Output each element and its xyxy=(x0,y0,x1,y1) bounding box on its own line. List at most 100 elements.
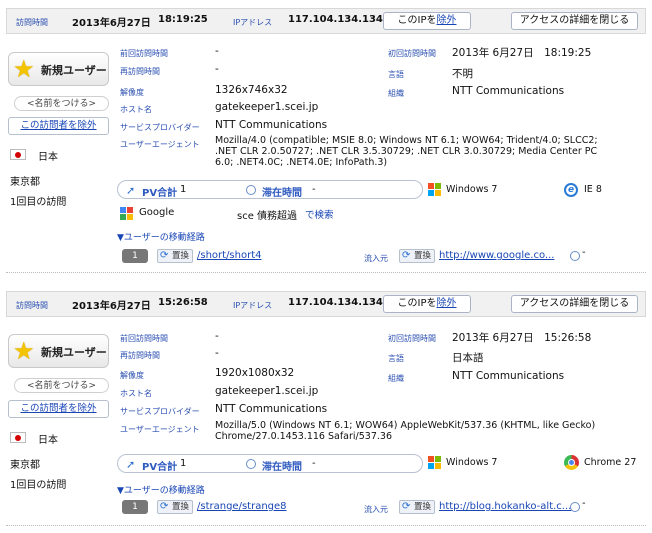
route-path-link[interactable]: /strange/strange8 xyxy=(197,501,287,512)
os-value: Windows 7 xyxy=(446,457,498,468)
stay-time-value: - xyxy=(312,458,316,469)
new-user-badge: ★ 新規ユーザー xyxy=(8,334,109,368)
stay-time-label: 滞在時間 xyxy=(262,462,302,473)
browser-value: Chrome 27 xyxy=(584,457,637,468)
prev-visit-label: 前回訪問時間 xyxy=(120,49,168,58)
org-value: NTT Communications xyxy=(452,370,565,382)
name-it-button[interactable]: <名前をつける> xyxy=(14,378,109,393)
star-icon: ★ xyxy=(13,55,35,83)
provider-label: サービスプロバイダー xyxy=(120,123,200,132)
revisit-value: - xyxy=(215,63,219,75)
replace-referrer-button[interactable]: 置換 xyxy=(399,500,435,514)
org-value: NTT Communications xyxy=(452,85,565,97)
host-label: ホスト名 xyxy=(120,389,152,398)
search-engine: Google xyxy=(139,207,175,218)
provider-label: サービスプロバイダー xyxy=(120,407,200,416)
browser-value: IE 8 xyxy=(584,184,602,195)
stay-time-value: - xyxy=(312,184,316,195)
language-label: 言語 xyxy=(388,70,404,79)
region: 東京都 xyxy=(10,460,40,471)
ip-label: IPアドレス xyxy=(233,301,273,310)
replace-button[interactable]: 置換 xyxy=(157,249,193,263)
route-toggle[interactable]: ▼ユーザーの移動経路 xyxy=(117,230,205,243)
country: 日本 xyxy=(38,435,58,446)
pv-total-label: PV合計 xyxy=(142,188,178,199)
route-step-number: 1 xyxy=(122,249,148,263)
route-path-link[interactable]: /short/short4 xyxy=(197,250,262,261)
separator xyxy=(6,525,646,526)
clock-icon xyxy=(246,185,256,195)
pv-total-value: 1 xyxy=(180,184,187,195)
close-details-button[interactable]: アクセスの詳細を閉じる xyxy=(511,12,638,30)
language-value: 日本語 xyxy=(452,352,484,364)
prev-visit-label: 前回訪問時間 xyxy=(120,334,168,343)
ip-value: 117.104.134.134 xyxy=(288,297,383,308)
visit-count: 1回目の訪問 xyxy=(10,480,67,491)
host-value: gatekeeper1.scei.jp xyxy=(215,385,319,397)
resolution-value: 1326x746x32 xyxy=(215,84,288,96)
os-value: Windows 7 xyxy=(446,184,498,195)
new-user-badge: ★ 新規ユーザー xyxy=(8,52,109,86)
replace-button[interactable]: 置換 xyxy=(157,500,193,514)
ip-value: 117.104.134.134 xyxy=(288,14,383,25)
visit-count: 1回目の訪問 xyxy=(10,197,67,208)
windows-icon xyxy=(428,456,442,470)
stay-time-label: 滞在時間 xyxy=(262,188,302,199)
close-details-button[interactable]: アクセスの詳細を閉じる xyxy=(511,295,638,313)
visit-time-label: 訪問時間 xyxy=(16,18,48,27)
exclude-ip-button[interactable]: このIPを除外 xyxy=(383,295,471,313)
star-icon: ★ xyxy=(13,337,35,365)
exclude-ip-button[interactable]: このIPを除外 xyxy=(383,12,471,30)
pv-arrow-icon: ➚ xyxy=(126,458,136,471)
visit-time: 15:26:58 xyxy=(158,297,208,308)
revisit-label: 再訪問時間 xyxy=(120,67,160,76)
chrome-icon xyxy=(564,455,579,470)
ua-label: ユーザーエージェント xyxy=(120,140,200,149)
ua-value: Mozilla/5.0 (Windows NT 6.1; WOW64) Appl… xyxy=(215,420,596,442)
inflow-label: 流入元 xyxy=(364,505,388,514)
visit-time: 18:19:25 xyxy=(158,14,208,25)
org-label: 組織 xyxy=(388,89,404,98)
first-visit-value: 2013年 6月27日 15:26:58 xyxy=(452,332,592,344)
prev-visit-value: - xyxy=(215,45,219,57)
google-icon xyxy=(120,207,133,220)
referrer-suffix: - xyxy=(582,498,586,509)
visit-date: 2013年6月27日 xyxy=(72,301,151,312)
route-step-number: 1 xyxy=(122,500,148,514)
host-label: ホスト名 xyxy=(120,105,152,114)
resolution-label: 解像度 xyxy=(120,371,144,380)
first-visit-label: 初回訪問時間 xyxy=(388,49,436,58)
pv-total-label: PV合計 xyxy=(142,462,178,473)
provider-value: NTT Communications xyxy=(215,119,328,131)
japan-flag-icon xyxy=(10,149,26,160)
replace-referrer-button[interactable]: 置換 xyxy=(399,249,435,263)
referrer-link[interactable]: http://blog.hokanko-alt.c... xyxy=(439,501,571,512)
inflow-label: 流入元 xyxy=(364,254,388,263)
ie-icon: e xyxy=(564,183,578,197)
pv-total-value: 1 xyxy=(180,458,187,469)
search-query: sce 債務超過 xyxy=(237,211,298,222)
org-label: 組織 xyxy=(388,374,404,383)
revisit-value: - xyxy=(215,347,219,359)
visit-date: 2013年6月27日 xyxy=(72,18,151,29)
language-label: 言語 xyxy=(388,354,404,363)
ua-value: Mozilla/4.0 (compatible; MSIE 8.0; Windo… xyxy=(215,135,598,168)
ua-label: ユーザーエージェント xyxy=(120,425,200,434)
time-icon xyxy=(570,502,580,512)
pv-arrow-icon: ➚ xyxy=(126,184,136,197)
provider-value: NTT Communications xyxy=(215,403,328,415)
exclude-visitor-button[interactable]: この訪問者を除外 xyxy=(8,117,109,135)
resolution-value: 1920x1080x32 xyxy=(215,367,295,379)
name-it-button[interactable]: <名前をつける> xyxy=(14,96,109,111)
pv-summary-bar: ➚ PV合計 1 滞在時間 - xyxy=(117,454,423,473)
revisit-label: 再訪問時間 xyxy=(120,351,160,360)
referrer-link[interactable]: http://www.google.co... xyxy=(439,250,554,261)
japan-flag-icon xyxy=(10,432,26,443)
first-visit-value: 2013年 6月27日 18:19:25 xyxy=(452,47,592,59)
exclude-visitor-button[interactable]: この訪問者を除外 xyxy=(8,400,109,418)
prev-visit-value: - xyxy=(215,330,219,342)
visit-time-label: 訪問時間 xyxy=(16,301,48,310)
clock-icon xyxy=(246,459,256,469)
route-toggle[interactable]: ▼ユーザーの移動経路 xyxy=(117,483,205,496)
first-visit-label: 初回訪問時間 xyxy=(388,334,436,343)
